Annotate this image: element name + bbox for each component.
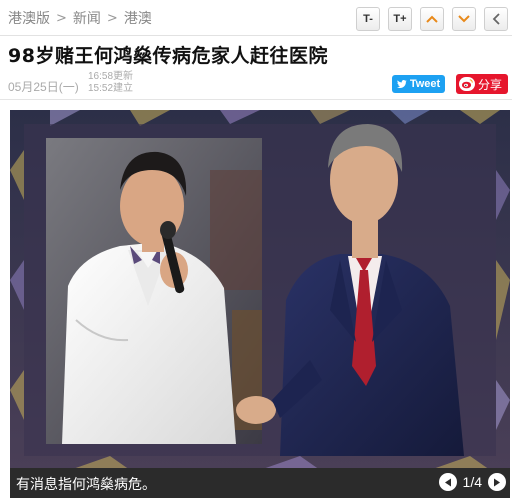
chevron-down-icon [458,15,470,23]
breadcrumb-item-hk-macau[interactable]: 港澳 [124,8,152,28]
weibo-icon [459,77,475,91]
top-bar: 港澳版 > 新闻 > 港澳 T- T+ [0,0,512,36]
photo-gallery[interactable] [10,110,510,470]
gallery-pager: 1/4 [438,473,506,491]
breadcrumb-item-edition[interactable]: 港澳版 [8,8,50,28]
tweet-button[interactable]: Tweet [392,75,445,93]
triangle-left-icon [444,478,451,486]
article-photo [10,110,510,470]
toolbar: T- T+ [356,7,508,31]
breadcrumb-separator: > [106,10,118,26]
breadcrumb-separator: > [56,10,67,26]
font-smaller-button[interactable]: T- [356,7,380,31]
page-indicator: 1/4 [462,474,482,490]
article-meta: 05月25日(一) 16:58更新 15:52建立 Tweet 分享 [0,70,512,100]
chevron-up-icon [426,15,438,23]
twitter-icon [396,79,407,88]
share-label: 分享 [478,77,503,92]
triangle-right-icon [494,478,500,486]
back-button[interactable] [484,7,508,31]
chevron-left-icon [492,13,500,25]
breadcrumb: 港澳版 > 新闻 > 港澳 [8,8,152,28]
caption-bar: 有消息指何鸿燊病危。 1/4 [10,468,510,498]
article-title: 98岁赌王何鸿燊传病危家人赶往医院 [8,45,328,67]
weibo-share-button[interactable]: 分享 [456,74,508,94]
next-photo-button[interactable] [488,473,506,491]
next-article-button[interactable] [452,7,476,31]
photo-caption: 有消息指何鸿燊病危。 [16,477,156,493]
timestamps: 16:58更新 15:52建立 [88,71,133,95]
previous-article-button[interactable] [420,7,444,31]
tweet-label: Tweet [409,78,441,90]
publish-date: 05月25日(一) [8,80,79,94]
font-larger-button[interactable]: T+ [388,7,412,31]
updated-time: 16:58更新 [88,71,134,82]
created-time: 15:52建立 [88,83,134,94]
breadcrumb-item-news[interactable]: 新闻 [73,8,101,28]
previous-photo-button[interactable] [438,473,457,491]
